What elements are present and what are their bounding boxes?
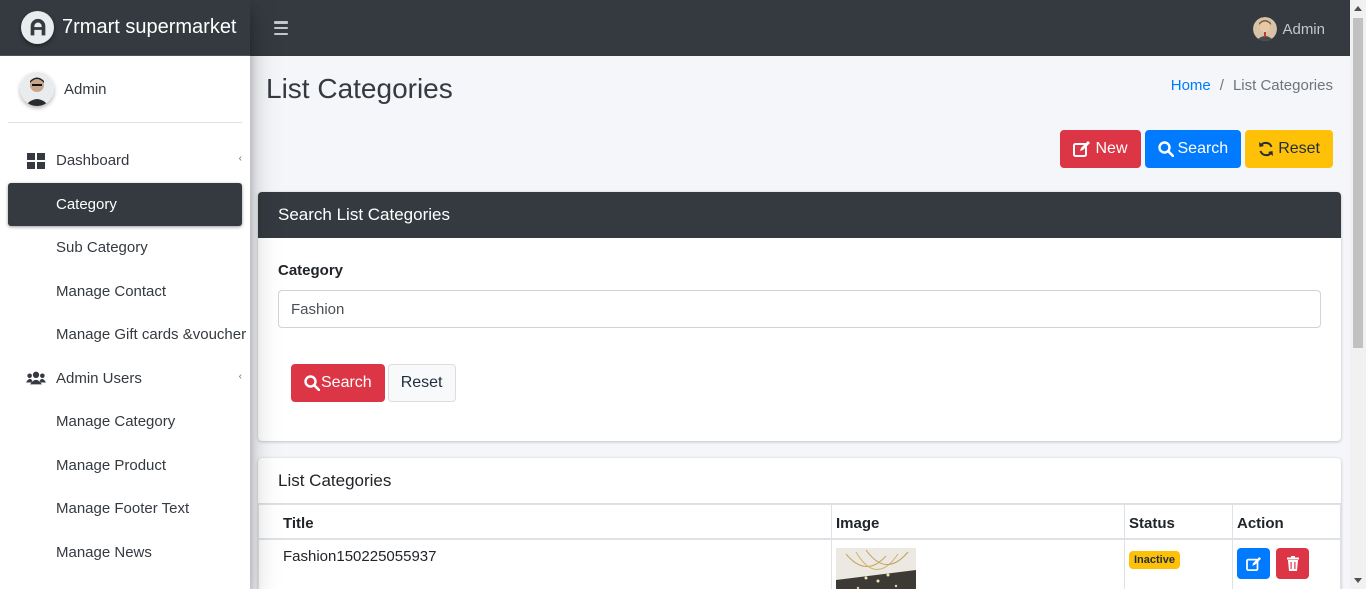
sidebar-item-label: Manage Product	[56, 456, 167, 474]
search-reset-button[interactable]: Reset	[387, 364, 456, 402]
edit-icon	[1245, 556, 1261, 571]
main-sidebar: 7rmart supermarket Admin Dashboard ‹ Cat…	[0, 0, 250, 589]
search-toggle-button[interactable]: Search	[1144, 130, 1242, 168]
sidebar-item-label: Category	[56, 195, 117, 213]
list-card: List Categories Title Image Status Actio…	[258, 458, 1341, 589]
search-icon	[304, 375, 320, 391]
edit-row-button[interactable]	[1237, 548, 1270, 579]
category-search-input[interactable]	[278, 290, 1321, 328]
sidebar-item-category[interactable]: Category	[8, 182, 242, 226]
navbar-user-menu[interactable]: Admin	[1253, 17, 1325, 41]
category-field-label: Category	[278, 262, 344, 279]
search-card-title: Search List Categories	[258, 192, 1341, 238]
row-title: Fashion150225055937	[258, 538, 832, 589]
search-card: Search List Categories Category Search R…	[258, 192, 1341, 441]
breadcrumb-home-link[interactable]: Home	[1171, 77, 1211, 94]
page-actions: New Search Reset	[1060, 130, 1333, 168]
breadcrumb-separator: /	[1219, 77, 1224, 94]
column-header-action[interactable]: Action	[1232, 504, 1341, 540]
table-header-row: Title Image Status Action	[258, 504, 1341, 540]
sidebar-item-label: Admin Users	[56, 369, 142, 387]
table-row: Fashion150225055937 Inactive	[258, 538, 1341, 589]
new-button-label: New	[1095, 140, 1128, 157]
search-button-label: Search	[1177, 140, 1229, 157]
search-form-actions: Search Reset	[291, 364, 456, 402]
search-reset-label: Reset	[400, 374, 443, 391]
status-badge: Inactive	[1129, 550, 1180, 569]
page-title: List Categories	[266, 73, 453, 104]
sidebar-item-label: Dashboard	[56, 152, 130, 170]
sidebar-item-dashboard[interactable]: Dashboard ‹	[8, 139, 242, 183]
necklace-image	[836, 547, 916, 589]
search-submit-label: Search	[321, 374, 372, 391]
sidebar-item-manage-contact[interactable]: Manage Contact	[8, 270, 242, 314]
brand-name: 7rmart supermarket	[62, 16, 237, 38]
chevron-left-icon: ‹	[238, 153, 242, 164]
brand-link[interactable]: 7rmart supermarket	[0, 0, 250, 56]
sidebar-item-manage-category[interactable]: Manage Category	[8, 400, 242, 444]
avatar	[1253, 17, 1278, 41]
sidebar-item-manage-gift-cards[interactable]: Manage Gift cards &voucher	[8, 313, 246, 357]
sidebar-item-label: Sub Category	[56, 239, 148, 257]
scroll-up-icon[interactable]	[1354, 6, 1362, 11]
sidebar-item-manage-footer-text[interactable]: Manage Footer Text	[8, 487, 242, 531]
sidebar-item-admin-users[interactable]: Admin Users ‹	[8, 357, 242, 401]
categories-table: Title Image Status Action Fashion1502250…	[258, 504, 1341, 589]
dashboard-icon	[26, 151, 46, 171]
scroll-down-icon[interactable]	[1354, 578, 1362, 583]
user-panel[interactable]: Admin	[8, 56, 242, 123]
sidebar-item-manage-product[interactable]: Manage Product	[8, 444, 242, 488]
row-action-cell	[1232, 538, 1341, 589]
sidebar-item-label: Manage Gift cards &voucher	[56, 326, 247, 344]
content-header: List Categories	[266, 70, 453, 108]
column-header-title[interactable]: Title	[258, 504, 832, 540]
edit-icon	[1073, 141, 1091, 157]
new-button[interactable]: New	[1060, 130, 1141, 168]
navbar-user-name: Admin	[1282, 20, 1325, 38]
row-image-cell	[831, 538, 1125, 589]
page-scrollbar[interactable]	[1350, 0, 1366, 589]
delete-row-button[interactable]	[1276, 547, 1310, 579]
reset-page-button[interactable]: Reset	[1245, 130, 1333, 168]
column-header-status[interactable]: Status	[1124, 504, 1233, 540]
chevron-left-icon: ‹	[238, 370, 242, 382]
row-status-cell: Inactive	[1124, 538, 1233, 589]
column-header-image[interactable]: Image	[831, 504, 1125, 540]
top-navbar: Admin	[250, 0, 1350, 56]
scrollbar-thumb[interactable]	[1353, 18, 1363, 348]
sidebar-item-label: Manage Footer Text	[56, 500, 190, 518]
user-name: Admin	[64, 80, 107, 98]
search-icon	[1157, 141, 1174, 157]
avatar	[20, 72, 54, 106]
breadcrumb: Home / List Categories	[1171, 77, 1333, 94]
reset-button-label: Reset	[1278, 140, 1320, 157]
search-submit-button[interactable]: Search	[291, 364, 385, 402]
menu-toggle-icon[interactable]	[274, 21, 288, 35]
sidebar-nav: Dashboard ‹ Category Sub Category Manage…	[0, 139, 250, 574]
sidebar-item-label: Manage Category	[56, 413, 176, 431]
list-card-title: List Categories	[258, 458, 1341, 504]
breadcrumb-current: List Categories	[1232, 77, 1333, 94]
sidebar-item-manage-news[interactable]: Manage News	[8, 531, 242, 575]
sidebar-item-label: Manage Contact	[56, 282, 167, 300]
sidebar-item-sub-category[interactable]: Sub Category	[8, 226, 242, 270]
users-icon	[26, 368, 46, 388]
trash-icon	[1286, 555, 1299, 571]
sidebar-item-label: Manage News	[56, 543, 152, 561]
brand-logo-icon	[21, 11, 54, 44]
refresh-icon	[1259, 141, 1274, 157]
